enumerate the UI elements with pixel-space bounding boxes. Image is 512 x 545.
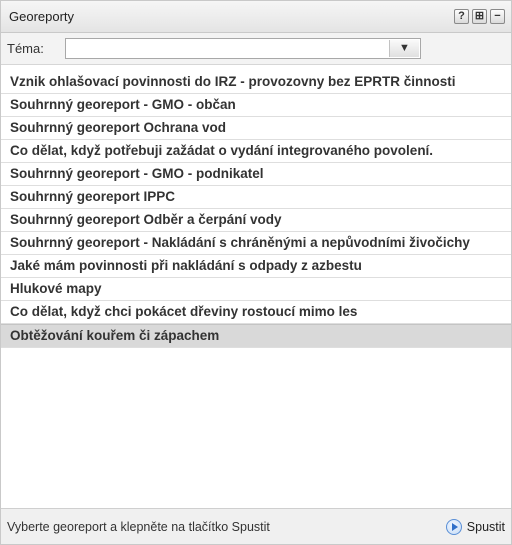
list-item[interactable]: Souhrnný georeport - Nakládání s chráněn… xyxy=(1,232,511,255)
run-button[interactable]: Spustit xyxy=(445,518,505,535)
theme-filter: Téma: ▼ xyxy=(1,33,511,65)
list-item[interactable]: Souhrnný georeport IPPC xyxy=(1,186,511,209)
chevron-down-icon[interactable]: ▼ xyxy=(389,40,419,57)
list-item[interactable]: Co dělat, když chci pokácet dřeviny rost… xyxy=(1,301,511,324)
run-button-label: Spustit xyxy=(466,519,505,534)
georeport-list: Vznik ohlašovací povinnosti do IRZ - pro… xyxy=(1,71,511,503)
list-item[interactable]: Obtěžování kouřem či zápachem xyxy=(1,324,511,348)
list-item[interactable]: Souhrnný georeport - GMO - podnikatel xyxy=(1,163,511,186)
play-icon xyxy=(445,518,462,535)
list-item[interactable]: Co dělat, když potřebuji zažádat o vydán… xyxy=(1,140,511,163)
panel-header: Georeporty ? ⊞ − xyxy=(1,1,511,33)
list-item[interactable]: Souhrnný georeport Ochrana vod xyxy=(1,117,511,140)
list-item[interactable]: Souhrnný georeport Odběr a čerpání vody xyxy=(1,209,511,232)
panel-title: Georeporty xyxy=(9,9,75,24)
help-icon[interactable]: ? xyxy=(454,9,469,24)
list-item[interactable]: Jaké mám povinnosti při nakládání s odpa… xyxy=(1,255,511,278)
pin-icon[interactable]: ⊞ xyxy=(472,9,487,24)
theme-label: Téma: xyxy=(7,41,44,56)
collapse-icon[interactable]: − xyxy=(490,9,505,24)
panel-footer: Vyberte georeport a klepněte na tlačítko… xyxy=(1,508,511,544)
georeports-panel: Georeporty ? ⊞ − Téma: ▼ Vznik ohlašovac… xyxy=(0,0,512,545)
theme-select[interactable]: ▼ xyxy=(65,38,421,59)
list-item[interactable]: Vznik ohlašovací povinnosti do IRZ - pro… xyxy=(1,71,511,94)
list-item[interactable]: Hlukové mapy xyxy=(1,278,511,301)
list-item[interactable]: Souhrnný georeport - GMO - občan xyxy=(1,94,511,117)
footer-hint: Vyberte georeport a klepněte na tlačítko… xyxy=(7,519,270,534)
